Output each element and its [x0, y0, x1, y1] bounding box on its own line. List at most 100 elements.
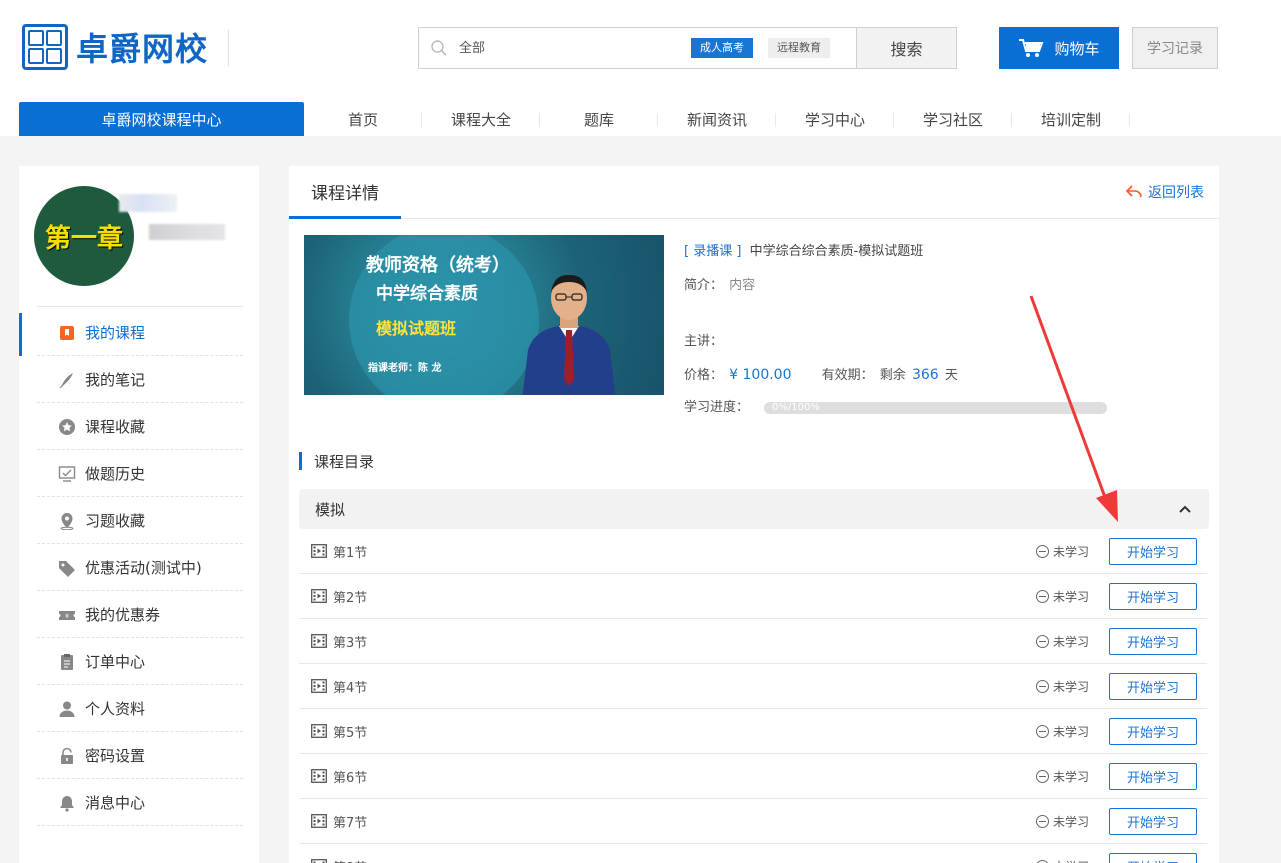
validity-unit: 天: [944, 368, 958, 383]
sidebar-item-exercise-history[interactable]: 做题历史: [19, 450, 259, 497]
start-study-button[interactable]: 开始学习: [1109, 807, 1197, 835]
sidebar-item-my-coupons[interactable]: ¥ 我的优惠券: [19, 591, 259, 638]
lesson-status: 未学习: [1035, 858, 1089, 863]
nav-community[interactable]: 学习社区: [894, 109, 1012, 130]
sidebar-item-order-center[interactable]: 订单中心: [19, 638, 259, 685]
course-thumbnail[interactable]: 教师资格（统考） 中学综合素质 模拟试题班 指课老师：陈 龙: [304, 235, 664, 395]
chevron-up-icon[interactable]: [1177, 501, 1193, 517]
ticket-icon: ¥: [57, 605, 77, 625]
study-progress-bar: 0%/100%: [764, 402, 1107, 414]
validity-label: 有效期：: [821, 368, 874, 383]
clipboard-icon: [57, 652, 77, 672]
search-input[interactable]: [459, 36, 679, 60]
nav-news[interactable]: 新闻资讯: [658, 109, 776, 130]
lesson-status-text: 未学习: [1052, 589, 1089, 604]
study-history-button[interactable]: 学习记录: [1132, 27, 1218, 69]
not-started-icon: [1035, 724, 1049, 738]
lesson-status: 未学习: [1035, 768, 1089, 785]
divider: [228, 30, 229, 66]
lesson-name: 第7节: [333, 815, 368, 831]
sidebar-item-promotions[interactable]: 优惠活动(测试中): [19, 544, 259, 591]
start-study-button[interactable]: 开始学习: [1109, 672, 1197, 700]
lesson-status: 未学习: [1035, 633, 1089, 650]
start-study-button[interactable]: 开始学习: [1109, 717, 1197, 745]
lesson-status-text: 未学习: [1053, 858, 1089, 863]
nav-all-courses[interactable]: 课程大全: [422, 109, 540, 130]
search-button[interactable]: 搜索: [856, 28, 956, 68]
sidebar-item-label: 我的笔记: [85, 371, 146, 389]
validity-days: 366: [911, 367, 939, 383]
video-icon: [311, 544, 327, 558]
avatar-text: 第一章: [44, 223, 123, 254]
start-study-button[interactable]: 开始学习: [1109, 537, 1197, 565]
video-icon: [311, 769, 327, 783]
start-study-button[interactable]: 开始学习: [1109, 627, 1197, 655]
nav-course-center[interactable]: 卓爵网校课程中心: [19, 102, 304, 136]
start-study-button[interactable]: 开始学习: [1109, 582, 1197, 610]
lesson-name: 第5节: [333, 725, 368, 741]
search-icon: [431, 40, 447, 56]
sidebar-item-course-favorites[interactable]: 课程收藏: [19, 403, 259, 450]
cart-label: 购物车: [1054, 39, 1100, 58]
lesson-status-text: 未学习: [1052, 814, 1089, 829]
back-label: 返回列表: [1148, 185, 1204, 201]
user-info-blurred: [149, 224, 225, 240]
site-header: 卓爵网校 成人高考 远程教育 搜索 购物车 学习记录 卓爵网校课程中心 首页 课…: [0, 0, 1281, 136]
sidebar-menu: 我的课程 我的笔记 课程收藏 做题历史 习题收藏 优惠活动(测试中) ¥ 我的优…: [19, 309, 259, 826]
divider: [37, 306, 243, 307]
nav-question-bank[interactable]: 题库: [540, 109, 658, 130]
sidebar-item-profile[interactable]: 个人资料: [19, 685, 259, 732]
price-label: 价格：: [684, 368, 724, 383]
sidebar-item-my-courses[interactable]: 我的课程: [19, 309, 259, 356]
not-started-icon: [1035, 769, 1049, 783]
intro-value: 内容: [729, 278, 756, 293]
nav-home[interactable]: 首页: [304, 109, 422, 130]
not-started-icon: [1035, 544, 1049, 558]
site-logo[interactable]: 卓爵网校: [22, 24, 208, 70]
sidebar-item-label: 个人资料: [85, 700, 146, 718]
search-tag-adult-exam[interactable]: 成人高考: [691, 38, 753, 58]
sidebar-item-exercise-favorites[interactable]: 习题收藏: [19, 497, 259, 544]
nav-custom-training[interactable]: 培训定制: [1012, 109, 1130, 130]
lesson-row: 第3节 未学习 开始学习: [299, 619, 1207, 664]
lesson-row: 第6节 未学习 开始学习: [299, 754, 1207, 799]
sidebar-item-label: 订单中心: [85, 653, 146, 671]
lesson-status: 未学习: [1035, 588, 1089, 605]
cart-button[interactable]: 购物车: [999, 27, 1119, 69]
lesson-row: 第1节 未学习 开始学习: [299, 529, 1207, 574]
chapter-header[interactable]: 模拟: [299, 489, 1209, 529]
sidebar-item-label: 密码设置: [85, 747, 146, 765]
nav-learning-center[interactable]: 学习中心: [776, 109, 894, 130]
lesson-status: 未学习: [1035, 813, 1089, 830]
search-tag-remote-education[interactable]: 远程教育: [768, 38, 830, 58]
main-nav: 卓爵网校课程中心 首页 课程大全 题库 新闻资讯 学习中心 学习社区 培训定制: [19, 102, 1130, 136]
user-icon: [57, 699, 77, 719]
lesson-status-text: 未学习: [1052, 769, 1089, 784]
start-study-button[interactable]: 开始学习: [1109, 852, 1197, 863]
tab-course-detail[interactable]: 课程详情: [289, 166, 401, 219]
lesson-name: 第1节: [333, 545, 368, 561]
not-started-icon: [1035, 589, 1049, 603]
sidebar-item-label: 优惠活动(测试中): [85, 559, 202, 577]
star-icon: [57, 417, 77, 437]
lesson-status: 未学习: [1035, 543, 1089, 560]
sidebar-item-password[interactable]: 密码设置: [19, 732, 259, 779]
thumbnail-line-3: 模拟试题班: [376, 319, 457, 338]
sidebar-item-messages[interactable]: 消息中心: [19, 779, 259, 826]
back-to-list-link[interactable]: 返回列表: [1126, 182, 1204, 202]
search-bar: 成人高考 远程教育 搜索: [418, 27, 957, 69]
sidebar-item-label: 习题收藏: [85, 512, 146, 530]
pin-icon: [57, 511, 77, 531]
video-icon: [311, 679, 327, 693]
lesson-row: 第2节 未学习 开始学习: [299, 574, 1207, 619]
lesson-status: 未学习: [1035, 678, 1089, 695]
lesson-row: 第7节 未学习 开始学习: [299, 799, 1207, 844]
not-started-icon: [1035, 634, 1049, 648]
sidebar-item-my-notes[interactable]: 我的笔记: [19, 356, 259, 403]
sidebar-item-label: 我的优惠券: [85, 606, 161, 624]
video-icon: [311, 724, 327, 738]
user-sidebar: 第一章 我的课程 我的笔记 课程收藏 做题历史 习题收藏 优惠活动(测试中) ¥…: [19, 166, 259, 863]
start-study-button[interactable]: 开始学习: [1109, 762, 1197, 790]
progress-text: 0%/100%: [772, 402, 820, 413]
lock-icon: [57, 746, 77, 766]
